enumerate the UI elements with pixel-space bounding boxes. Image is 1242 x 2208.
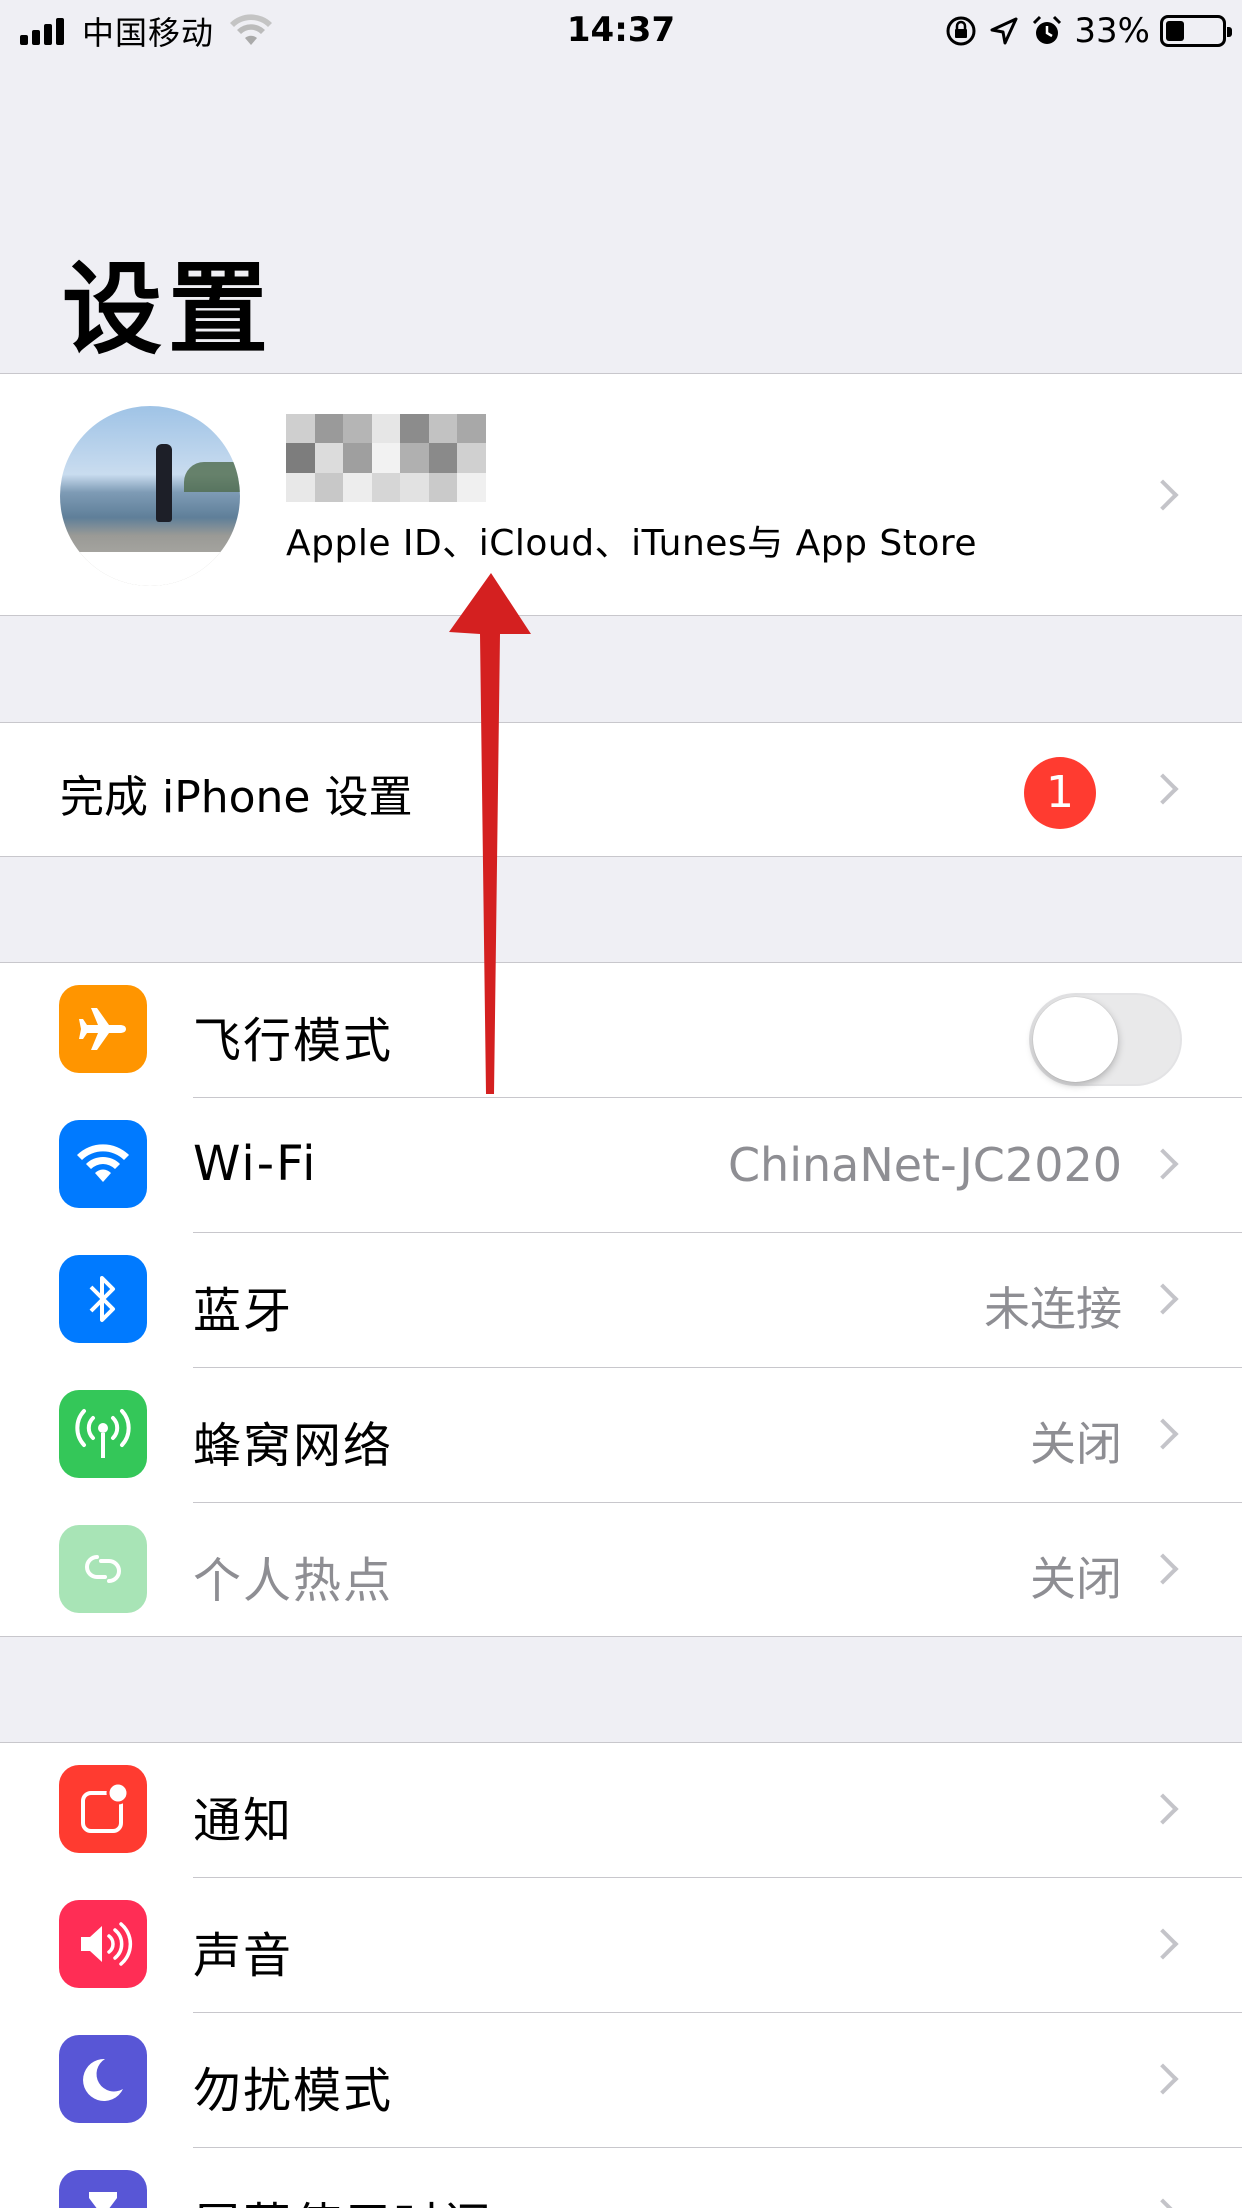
connectivity-group: 飞行模式 Wi-Fi ChinaNet-JC2020 蓝牙 未连接 蜂窝网络 关… bbox=[0, 962, 1242, 1637]
settings-row-label: 蜂窝网络 bbox=[193, 1418, 394, 1474]
profile-subtitle: Apple ID、iCloud、iTunes与 App Store bbox=[286, 523, 978, 564]
hotspot-icon bbox=[59, 1525, 147, 1613]
settings-row-bluetooth[interactable]: 蓝牙 未连接 bbox=[0, 1233, 1242, 1368]
page-title: 设置 bbox=[62, 251, 274, 368]
avatar bbox=[60, 406, 240, 586]
wifi-icon bbox=[59, 1120, 147, 1208]
alarm-icon bbox=[1033, 15, 1062, 44]
apple-id-profile-row[interactable]: Apple ID、iCloud、iTunes与 App Store bbox=[0, 373, 1242, 616]
notification-badge: 1 bbox=[1024, 757, 1096, 829]
settings-row-label: 声音 bbox=[193, 1928, 294, 1984]
settings-row-value: 关闭 bbox=[1030, 1552, 1122, 1606]
battery-icon bbox=[1160, 15, 1232, 47]
status-bar: 中国移动 14:37 33% bbox=[0, 0, 1242, 60]
settings-row-label: 通知 bbox=[193, 1793, 294, 1849]
orientation-lock-icon bbox=[946, 16, 976, 46]
settings-row-label: 屏幕使用时间 bbox=[193, 2186, 493, 2208]
settings-row-notifications[interactable]: 通知 bbox=[0, 1743, 1242, 1878]
settings-row-value: ChinaNet-JC2020 bbox=[727, 1138, 1122, 1192]
general-group: 通知 声音 勿扰模式 屏幕使用时间 bbox=[0, 1742, 1242, 2208]
hourglass-icon bbox=[59, 2170, 147, 2208]
location-icon bbox=[990, 17, 1018, 45]
moon-icon bbox=[59, 2035, 147, 2123]
settings-row-label: Wi-Fi bbox=[193, 1136, 318, 1192]
notifications-icon bbox=[59, 1765, 147, 1853]
settings-row-value: 关闭 bbox=[1030, 1417, 1122, 1471]
settings-row-screen-time[interactable]: 屏幕使用时间 bbox=[0, 2148, 1242, 2208]
chevron-right-icon bbox=[1147, 1148, 1179, 1180]
sounds-icon bbox=[59, 1900, 147, 1988]
settings-row-cellular[interactable]: 蜂窝网络 关闭 bbox=[0, 1368, 1242, 1503]
settings-row-airplane-mode[interactable]: 飞行模式 bbox=[0, 963, 1242, 1098]
airplane-mode-toggle[interactable] bbox=[1029, 993, 1182, 1086]
finish-setup-label: 完成 iPhone 设置 bbox=[60, 772, 413, 823]
chevron-right-icon bbox=[1147, 1553, 1179, 1585]
chevron-right-icon bbox=[1147, 1283, 1179, 1315]
settings-row-label: 蓝牙 bbox=[193, 1283, 294, 1339]
airplane-icon bbox=[59, 985, 147, 1073]
battery-percent: 33% bbox=[1074, 11, 1150, 51]
chevron-right-icon bbox=[1147, 1793, 1179, 1825]
finish-setup-row[interactable]: 完成 iPhone 设置 1 bbox=[0, 722, 1242, 857]
settings-row-label: 勿扰模式 bbox=[193, 2063, 394, 2119]
profile-name-pixelated bbox=[286, 414, 486, 502]
chevron-right-icon bbox=[1147, 1928, 1179, 1960]
chevron-right-icon bbox=[1147, 773, 1179, 805]
cellular-icon bbox=[59, 1390, 147, 1478]
settings-row-label: 个人热点 bbox=[193, 1553, 394, 1609]
settings-row-personal-hotspot[interactable]: 个人热点 关闭 bbox=[0, 1503, 1242, 1638]
settings-row-sounds[interactable]: 声音 bbox=[0, 1878, 1242, 2013]
settings-row-do-not-disturb[interactable]: 勿扰模式 bbox=[0, 2013, 1242, 2148]
chevron-right-icon bbox=[1147, 2198, 1179, 2208]
chevron-right-icon bbox=[1147, 1418, 1179, 1450]
chevron-right-icon bbox=[1147, 2063, 1179, 2095]
chevron-right-icon bbox=[1147, 479, 1179, 511]
settings-row-wifi[interactable]: Wi-Fi ChinaNet-JC2020 bbox=[0, 1098, 1242, 1233]
settings-row-label: 飞行模式 bbox=[193, 1013, 394, 1069]
bluetooth-icon bbox=[59, 1255, 147, 1343]
settings-row-value: 未连接 bbox=[984, 1282, 1122, 1336]
